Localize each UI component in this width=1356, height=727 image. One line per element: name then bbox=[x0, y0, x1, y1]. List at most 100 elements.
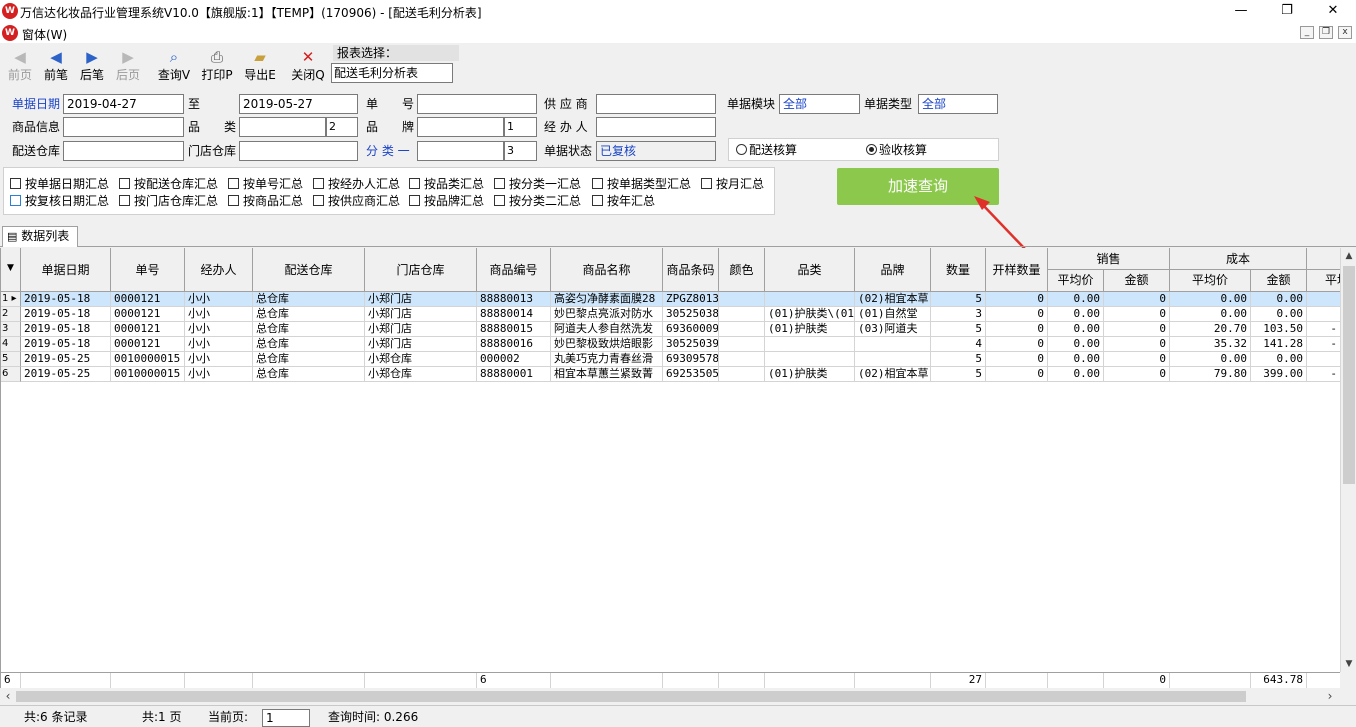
print-button[interactable]: ⎙ 打印P bbox=[197, 47, 237, 87]
checkbox-by-handler[interactable]: 按经办人汇总 bbox=[313, 176, 400, 192]
cell-store: 小郑门店 bbox=[365, 322, 477, 337]
col-header-cost-avg[interactable]: 平均价 bbox=[1170, 270, 1251, 292]
table-row[interactable]: 1 ▸ 2019-05-18 0000121 小小 总仓库 小郑门店 88880013 高姿匀… bbox=[1, 292, 1340, 307]
checkbox-by-year[interactable]: 按年汇总 bbox=[592, 193, 655, 209]
supplier-input[interactable] bbox=[596, 94, 716, 114]
module-select[interactable]: 全部 bbox=[779, 94, 860, 114]
checkbox-by-product[interactable]: 按商品汇总 bbox=[228, 193, 303, 209]
class1-level-input[interactable]: 3 bbox=[504, 141, 537, 161]
date-from-input[interactable]: 2019-04-27 bbox=[63, 94, 184, 114]
date-to-input[interactable]: 2019-05-27 bbox=[239, 94, 358, 114]
checkbox-by-doc-date[interactable]: 按单据日期汇总 bbox=[10, 176, 109, 192]
mdi-close-button[interactable]: x bbox=[1338, 26, 1352, 39]
scroll-left-icon[interactable]: ‹ bbox=[0, 688, 16, 705]
brand-level-input[interactable]: 1 bbox=[504, 117, 537, 137]
col-header-product-name[interactable]: 商品名称 bbox=[551, 248, 663, 292]
tab-data-list[interactable]: ▤ 数据列表 bbox=[2, 226, 78, 247]
cell-name: 高姿匀净酵素面膜28 bbox=[551, 292, 663, 307]
radio-receipt[interactable]: 验收核算 bbox=[866, 143, 927, 157]
table-row[interactable]: 4 2019-05-18 0000121 小小 总仓库 小郑门店 88880016 妙巴黎极致… bbox=[1, 337, 1340, 352]
table-row[interactable]: 5 2019-05-25 0010000015 小小 总仓库 小郑仓库 000002 丸美巧克… bbox=[1, 352, 1340, 367]
window-title: 万信达化妆品行业管理系统V10.0【旗舰版:1】【TEMP】(170906) -… bbox=[20, 6, 482, 20]
col-header-doc-date[interactable]: 单据日期 bbox=[21, 248, 111, 292]
first-page-button[interactable]: ◀ 前页 bbox=[0, 47, 40, 87]
col-header-delivery-warehouse[interactable]: 配送仓库 bbox=[253, 248, 365, 292]
status-select[interactable]: 已复核 bbox=[596, 141, 716, 161]
prev-record-button[interactable]: ◀ 前笔 bbox=[36, 47, 76, 87]
col-header-store-warehouse[interactable]: 门店仓库 bbox=[365, 248, 477, 292]
checkbox-by-store-warehouse[interactable]: 按门店仓库汇总 bbox=[119, 193, 218, 209]
query-button[interactable]: ⌕ 查询V bbox=[154, 47, 194, 87]
horizontal-scroll-thumb[interactable] bbox=[16, 691, 1246, 702]
row-indicator[interactable]: 1 ▸ bbox=[1, 292, 21, 307]
vertical-scroll-thumb[interactable] bbox=[1343, 266, 1355, 484]
checkbox-by-docno[interactable]: 按单号汇总 bbox=[228, 176, 303, 192]
col-header-product-code[interactable]: 商品编号 bbox=[477, 248, 551, 292]
checkbox-by-class2[interactable]: 按分类二汇总 bbox=[494, 193, 581, 209]
brand-input[interactable] bbox=[417, 117, 504, 137]
table-row[interactable]: 3 2019-05-18 0000121 小小 总仓库 小郑门店 88880015 阿道夫人参… bbox=[1, 322, 1340, 337]
close-report-button[interactable]: ✕ 关闭Q bbox=[288, 47, 328, 87]
col-header-next-avg[interactable]: 平均 bbox=[1307, 270, 1340, 292]
handler-input[interactable] bbox=[596, 117, 716, 137]
checkbox-by-doctype[interactable]: 按单据类型汇总 bbox=[592, 176, 691, 192]
next-record-button[interactable]: ▶ 后笔 bbox=[72, 47, 112, 87]
product-input[interactable] bbox=[63, 117, 184, 137]
row-indicator[interactable]: 5 bbox=[1, 352, 21, 367]
col-header-handler[interactable]: 经办人 bbox=[185, 248, 253, 292]
checkbox-by-month[interactable]: 按月汇总 bbox=[701, 176, 764, 192]
docno-input[interactable] bbox=[417, 94, 537, 114]
col-header-cost-amount[interactable]: 金额 bbox=[1251, 270, 1307, 292]
checkbox-by-category[interactable]: 按品类汇总 bbox=[409, 176, 484, 192]
row-indicator[interactable]: 2 bbox=[1, 307, 21, 322]
col-header-category[interactable]: 品类 bbox=[765, 248, 855, 292]
checkbox-by-delivery-warehouse[interactable]: 按配送仓库汇总 bbox=[119, 176, 218, 192]
store-input[interactable] bbox=[239, 141, 358, 161]
col-header-brand[interactable]: 品牌 bbox=[855, 248, 931, 292]
scroll-right-icon[interactable]: › bbox=[1322, 688, 1338, 705]
category-input[interactable] bbox=[239, 117, 326, 137]
table-row[interactable]: 2 2019-05-18 0000121 小小 总仓库 小郑门店 88880014 妙巴黎点亮… bbox=[1, 307, 1340, 322]
cell-qty: 3 bbox=[931, 307, 986, 322]
restore-button[interactable]: ❐ bbox=[1264, 0, 1310, 23]
mdi-restore-button[interactable]: ❐ bbox=[1319, 26, 1333, 39]
col-header-sample-qty[interactable]: 开样数量 bbox=[986, 248, 1048, 292]
vertical-scrollbar[interactable]: ▲ ▼ bbox=[1340, 248, 1356, 672]
minimize-button[interactable]: — bbox=[1218, 0, 1264, 23]
row-selector-header[interactable]: ▼ bbox=[1, 248, 21, 292]
current-page-input[interactable]: 1 bbox=[262, 709, 310, 727]
col-header-quantity[interactable]: 数量 bbox=[931, 248, 986, 292]
col-header-barcode[interactable]: 商品条码 bbox=[663, 248, 719, 292]
warehouse-input[interactable] bbox=[63, 141, 184, 161]
cell-color bbox=[719, 367, 765, 382]
horizontal-scrollbar[interactable]: ‹ › bbox=[0, 688, 1340, 705]
col-header-sales-avg[interactable]: 平均价 bbox=[1048, 270, 1104, 292]
last-page-button[interactable]: ▶ 后页 bbox=[108, 47, 148, 87]
col-header-color[interactable]: 颜色 bbox=[719, 248, 765, 292]
category-level-input[interactable]: 2 bbox=[326, 117, 358, 137]
radio-delivery[interactable]: 配送核算 bbox=[736, 143, 797, 157]
row-indicator[interactable]: 6 bbox=[1, 367, 21, 382]
row-indicator[interactable]: 3 bbox=[1, 322, 21, 337]
checkbox-by-review-date[interactable]: 按复核日期汇总 bbox=[10, 193, 109, 209]
class1-input[interactable] bbox=[417, 141, 504, 161]
scroll-down-icon[interactable]: ▼ bbox=[1341, 656, 1356, 672]
mdi-minimize-button[interactable]: _ bbox=[1300, 26, 1314, 39]
export-button[interactable]: ▰ 导出E bbox=[240, 47, 280, 87]
cell-color bbox=[719, 292, 765, 307]
col-header-doc-no[interactable]: 单号 bbox=[111, 248, 185, 292]
checkbox-by-brand[interactable]: 按品牌汇总 bbox=[409, 193, 484, 209]
col-header-sales-amount[interactable]: 金额 bbox=[1104, 270, 1170, 292]
data-grid[interactable]: ▼ 单据日期 单号 经办人 配送仓库 门店仓库 商品编号 商品名称 商品条码 颜… bbox=[0, 248, 1340, 672]
report-select[interactable]: 配送毛利分析表 bbox=[331, 63, 453, 83]
checkbox-by-class1[interactable]: 按分类一汇总 bbox=[494, 176, 581, 192]
checkbox-label: 按经办人汇总 bbox=[328, 177, 401, 191]
checkbox-by-supplier[interactable]: 按供应商汇总 bbox=[313, 193, 400, 209]
table-row[interactable]: 6 2019-05-25 0010000015 小小 总仓库 小郑仓库 88880001 相宜… bbox=[1, 367, 1340, 382]
menu-window[interactable]: 窗体(W) bbox=[22, 26, 67, 43]
cell-savg: 0.00 bbox=[1048, 352, 1104, 367]
scroll-up-icon[interactable]: ▲ bbox=[1341, 248, 1356, 264]
close-button[interactable]: ✕ bbox=[1310, 0, 1356, 23]
row-indicator[interactable]: 4 bbox=[1, 337, 21, 352]
doctype-select[interactable]: 全部 bbox=[918, 94, 998, 114]
